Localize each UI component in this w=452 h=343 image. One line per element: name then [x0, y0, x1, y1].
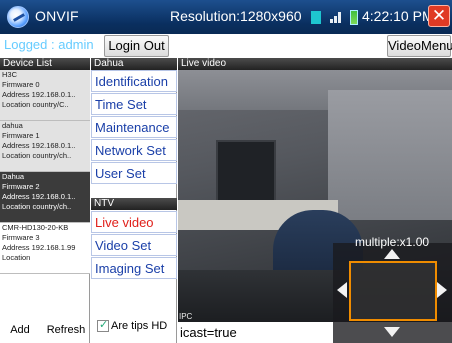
- app-title: ONVIF: [35, 8, 79, 24]
- menu-item-network-set[interactable]: Network Set: [91, 139, 177, 161]
- device-list-header: Device List: [0, 58, 90, 70]
- wall-shape: [328, 90, 452, 220]
- device-item-dahua-2[interactable]: Dahua Firmware 2 Address 192.168.0.1.. L…: [0, 172, 90, 223]
- logout-button[interactable]: Login Out: [104, 35, 169, 57]
- resolution-readout: Resolution:1280x960: [170, 8, 302, 24]
- toolbar: Logged : admin Login Out VideoMenu: [0, 34, 452, 58]
- signal-icon: [311, 11, 321, 24]
- settings-menu-panel: Dahua Identification Time Set Maintenanc…: [91, 58, 177, 343]
- device-list-panel: Device List H3C Firmware 0 Address 192.1…: [0, 58, 90, 343]
- menu-item-imaging-set[interactable]: Imaging Set: [91, 257, 177, 279]
- ptz-up-arrow-icon[interactable]: [384, 249, 400, 259]
- ptz-down-arrow-icon[interactable]: [384, 327, 400, 337]
- add-device-button[interactable]: Add: [4, 321, 36, 339]
- menu-item-identification[interactable]: Identification: [91, 70, 177, 92]
- device-name: dahua: [2, 121, 23, 130]
- dahua-section-header: Dahua: [91, 58, 177, 70]
- ptz-right-arrow-icon[interactable]: [437, 282, 447, 298]
- device-name: H3C: [2, 70, 18, 79]
- device-item-dahua-1[interactable]: dahua Firmware 1 Address 192.168.0.1.. L…: [0, 121, 90, 172]
- monitor-shape: [216, 140, 276, 202]
- menu-item-user-set[interactable]: User Set: [91, 162, 177, 184]
- tips-hd-label: Are tips HD: [111, 320, 168, 332]
- video-menu-button[interactable]: VideoMenu: [387, 35, 452, 57]
- device-firmware: Firmware 0: [2, 80, 40, 89]
- ptz-zoom-box[interactable]: [349, 261, 437, 321]
- ipc-label: IPC: [179, 312, 193, 321]
- device-address: Address 192.168.1.99: [2, 243, 76, 252]
- app-logo-icon: [7, 6, 29, 28]
- battery-icon: [350, 10, 358, 25]
- device-item-h3c[interactable]: H3C Firmware 0 Address 192.168.0.1.. Loc…: [0, 70, 90, 121]
- menu-item-time-set[interactable]: Time Set: [91, 93, 177, 115]
- clock: 4:22:10 PM: [362, 8, 434, 24]
- device-address: Address 192.168.0.1..: [2, 141, 76, 150]
- zoom-multiple-label: multiple:x1.00: [355, 235, 430, 249]
- menu-item-live-video[interactable]: Live video: [91, 211, 177, 233]
- ptz-left-arrow-icon[interactable]: [337, 282, 347, 298]
- title-bar: ONVIF Resolution:1280x960 4:22:10 PM ✕: [0, 0, 452, 34]
- device-location: Location country/C..: [2, 100, 69, 109]
- close-icon: ✕: [431, 6, 447, 25]
- device-firmware: Firmware 3: [2, 233, 40, 242]
- live-video-panel: Live video IPC icast=true multiple:x1.00: [178, 58, 452, 343]
- refresh-button[interactable]: Refresh: [42, 321, 90, 339]
- menu-item-maintenance[interactable]: Maintenance: [91, 116, 177, 138]
- ptz-control-overlay: multiple:x1.00: [333, 235, 452, 343]
- device-item-cmr[interactable]: CMR-HD130-20-KB Firmware 3 Address 192.1…: [0, 223, 90, 274]
- tips-hd-checkbox[interactable]: [97, 318, 109, 332]
- device-location: Location country/ch..: [2, 202, 72, 211]
- menu-item-video-set[interactable]: Video Set: [91, 234, 177, 256]
- device-firmware: Firmware 2: [2, 182, 40, 191]
- device-location: Location: [2, 253, 31, 262]
- ntv-section-header: NTV: [91, 198, 177, 210]
- network-icon: [330, 11, 343, 23]
- logged-status: Logged : admin: [4, 37, 94, 52]
- close-button[interactable]: ✕: [428, 5, 450, 27]
- device-name: Dahua: [2, 172, 25, 181]
- device-location: Location country/ch..: [2, 151, 72, 160]
- live-video-header: Live video: [178, 58, 452, 70]
- device-address: Address 192.168.0.1..: [2, 192, 76, 201]
- device-address: Address 192.168.0.1..: [2, 90, 76, 99]
- device-firmware: Firmware 1: [2, 131, 40, 140]
- device-name: CMR-HD130-20-KB: [2, 223, 69, 232]
